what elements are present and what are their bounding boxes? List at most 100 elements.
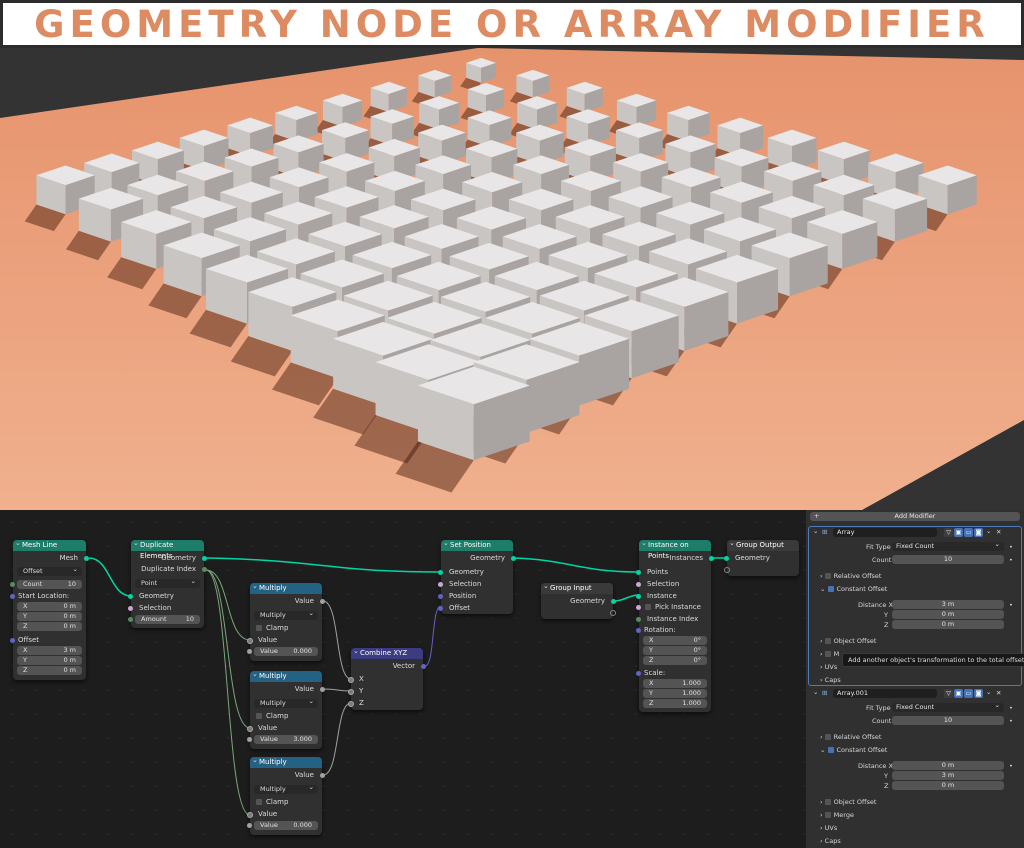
fit-type-dropdown[interactable]: Fixed Count [892, 701, 1004, 712]
clamp-checkbox[interactable]: Clamp [256, 797, 288, 807]
clamp-checkbox[interactable]: Clamp [256, 711, 288, 721]
operation-dropdown[interactable]: Multiply [254, 609, 318, 620]
operation-dropdown[interactable]: Multiply [254, 697, 318, 708]
amount-socket[interactable] [128, 617, 133, 622]
relative-offset-subpanel[interactable]: › Relative Offset [820, 572, 881, 580]
count-socket[interactable] [10, 582, 15, 587]
uvs-subpanel[interactable]: › UVs [820, 824, 837, 832]
node-multiply-2[interactable]: Multiply Value Multiply Clamp Value Valu… [247, 669, 325, 749]
close-icon[interactable]: ✕ [996, 689, 1001, 697]
caps-subpanel[interactable]: › Caps [820, 837, 841, 845]
keyframe-dot-icon[interactable]: • [1009, 601, 1013, 609]
node-group-input[interactable]: Group Input Geometry [541, 581, 616, 619]
count-field[interactable]: Count 10 [17, 580, 82, 589]
value-output-socket[interactable] [320, 687, 325, 692]
close-icon[interactable]: ✕ [996, 528, 1001, 536]
distance-y-field[interactable]: 0 m [892, 610, 1004, 619]
amount-field[interactable]: Amount 10 [135, 615, 200, 624]
geometry-output-socket[interactable] [611, 599, 616, 604]
pick-socket[interactable] [636, 605, 641, 610]
modifier-name-field[interactable]: Array.001 [833, 689, 937, 698]
render-camera-icon[interactable]: ◙ [974, 689, 983, 698]
object-offset-subpanel[interactable]: › Object Offset [820, 637, 876, 645]
relative-offset-checkbox[interactable] [824, 734, 831, 740]
merge-checkbox[interactable] [824, 651, 831, 657]
node-duplicate-elements[interactable]: Duplicate Elements Geometry Duplicate In… [128, 538, 207, 628]
offset-socket[interactable] [10, 638, 15, 643]
constant-offset-subpanel[interactable]: ⌄ Constant Offset [820, 585, 887, 593]
node-multiply-1[interactable]: Multiply Value Multiply Clamp Value Valu… [247, 581, 325, 661]
viewport-display-icon[interactable]: ▭ [964, 689, 973, 698]
index-output-socket[interactable] [202, 567, 207, 572]
merge-checkbox[interactable] [824, 812, 831, 818]
scale-socket[interactable] [636, 671, 641, 676]
geometry-output-socket[interactable] [511, 556, 516, 561]
rotation-y-field[interactable]: Y 0° [643, 646, 707, 655]
keyframe-dot-icon[interactable]: • [1009, 704, 1013, 712]
relative-offset-subpanel[interactable]: › Relative Offset [820, 733, 881, 741]
mode-dropdown[interactable]: Offset [17, 565, 82, 576]
node-multiply-3[interactable]: Multiply Value Multiply Clamp Value Valu… [247, 755, 325, 835]
geometry-node-editor[interactable]: Mesh Line Mesh Offset Count 10 Start Loca… [0, 510, 806, 848]
render-camera-icon[interactable]: ◙ [974, 528, 983, 537]
operation-dropdown[interactable]: Multiply [254, 783, 318, 794]
merge-subpanel[interactable]: › Merge [820, 811, 854, 819]
distance-z-field[interactable]: 0 m [892, 781, 1004, 790]
object-offset-subpanel[interactable]: › Object Offset [820, 798, 876, 806]
vector-output-socket[interactable] [421, 664, 426, 669]
add-modifier-button[interactable]: + Add Modifier [810, 512, 1020, 521]
edit-mode-icon[interactable]: ▣ [954, 689, 963, 698]
3d-viewport[interactable] [0, 48, 1024, 510]
keyframe-dot-icon[interactable]: • [1009, 556, 1013, 564]
mesh-output-socket[interactable] [84, 556, 89, 561]
value-field[interactable]: Value 0.000 [254, 647, 318, 656]
value-field[interactable]: Value 3.000 [254, 735, 318, 744]
value-input-socket[interactable] [247, 812, 253, 818]
distance-x-field[interactable]: 0 m [892, 761, 1004, 770]
distance-x-field[interactable]: 3 m [892, 600, 1004, 609]
clamp-checkbox[interactable]: Clamp [256, 623, 288, 633]
value2-socket[interactable] [247, 649, 252, 654]
chevron-down-icon[interactable]: ⌄ [986, 527, 991, 535]
domain-dropdown[interactable]: Point [135, 577, 200, 588]
start-socket[interactable] [10, 594, 15, 599]
scale-x-field[interactable]: X 1.000 [643, 679, 707, 688]
count-field[interactable]: 10 [892, 716, 1004, 725]
distance-z-field[interactable]: 0 m [892, 620, 1004, 629]
y-socket[interactable] [348, 689, 354, 695]
instance-index-socket[interactable] [636, 617, 641, 622]
keyframe-dot-icon[interactable]: • [1009, 762, 1013, 770]
constant-offset-checkbox[interactable] [827, 586, 834, 592]
edit-mode-icon[interactable]: ▣ [954, 528, 963, 537]
uvs-subpanel[interactable]: › UVs [820, 663, 837, 671]
node-instance-on-points[interactable]: Instance on Points Instances Points Sele… [636, 538, 714, 712]
x-socket[interactable] [348, 677, 354, 683]
position-socket[interactable] [438, 594, 443, 599]
distance-y-field[interactable]: 3 m [892, 771, 1004, 780]
chevron-down-icon[interactable]: ⌄ [813, 527, 818, 535]
value-output-socket[interactable] [320, 773, 325, 778]
value2-socket[interactable] [247, 823, 252, 828]
selection-socket[interactable] [438, 582, 443, 587]
rotation-x-field[interactable]: X 0° [643, 636, 707, 645]
offset-y-field[interactable]: Y 0 m [17, 656, 82, 665]
geometry-input-socket[interactable] [128, 594, 133, 599]
empty-socket[interactable] [610, 610, 616, 616]
offset-x-field[interactable]: X 3 m [17, 646, 82, 655]
keyframe-dot-icon[interactable]: • [1009, 543, 1013, 551]
caps-subpanel[interactable]: › Caps [820, 676, 841, 684]
checkbox-box[interactable] [256, 799, 262, 805]
selection-socket[interactable] [636, 582, 641, 587]
value-field[interactable]: Value 0.000 [254, 821, 318, 830]
geometry-output-socket[interactable] [202, 556, 207, 561]
value2-socket[interactable] [247, 737, 252, 742]
checkbox-box[interactable] [256, 625, 262, 631]
instances-output-socket[interactable] [709, 556, 714, 561]
points-socket[interactable] [636, 570, 641, 575]
node-mesh-line[interactable]: Mesh Line Mesh Offset Count 10 Start Loca… [10, 538, 89, 680]
count-field[interactable]: 10 [892, 555, 1004, 564]
geometry-input-socket[interactable] [438, 570, 443, 575]
vertex-triangle-icon[interactable]: ▽ [944, 689, 953, 698]
object-offset-checkbox[interactable] [824, 638, 831, 644]
constant-offset-checkbox[interactable] [827, 747, 834, 753]
